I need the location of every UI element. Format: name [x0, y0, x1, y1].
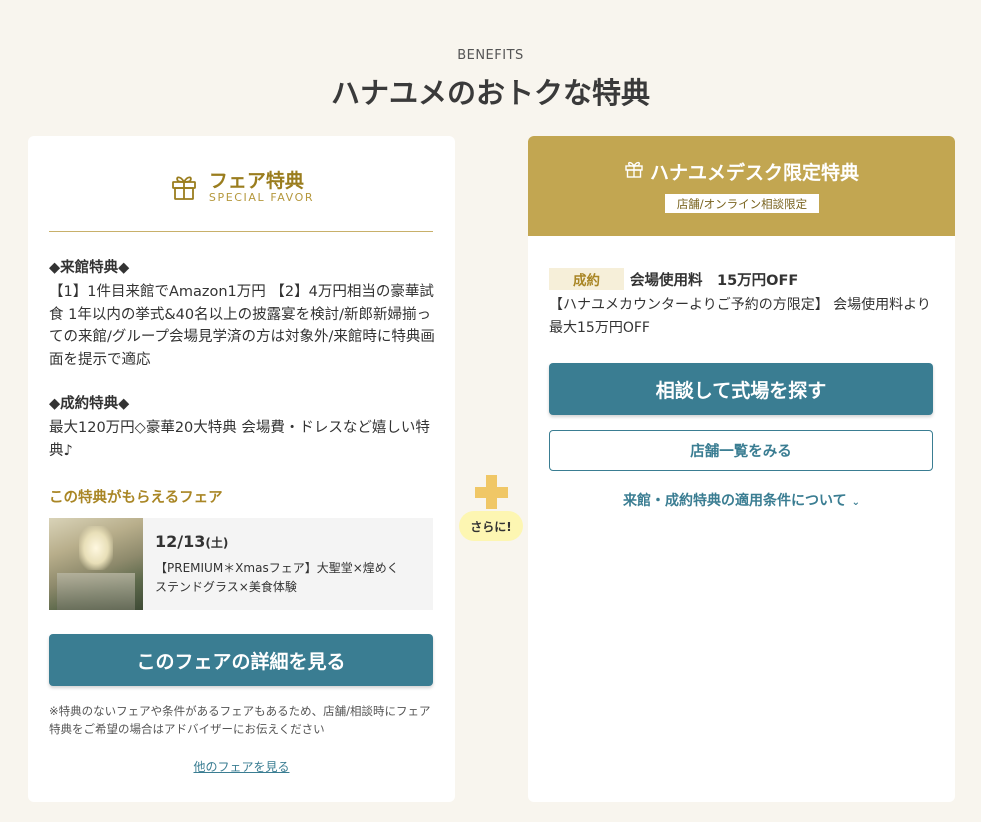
section-title: ハナユメのおトクな特典 — [330, 76, 650, 110]
visit-benefit-heading: ◆来館特典◆ — [49, 260, 130, 276]
desk-benefit-title-row: ハナユメデスク限定特典 — [528, 158, 955, 185]
desk-limited-tag: 店舗/オンライン相談限定 — [665, 194, 819, 213]
gift-icon — [169, 171, 199, 205]
fair-detail-button[interactable]: このフェアの詳細を見る — [49, 634, 433, 686]
conditions-link[interactable]: 来館・成約特典の適用条件について ⌄ — [528, 490, 955, 510]
divider — [49, 231, 433, 232]
fair-item[interactable]: 12/13(土) 【PREMIUM＊Xmasフェア】大聖堂×煌めくステンドグラス… — [49, 518, 433, 610]
other-fairs-link[interactable]: 他のフェアを見る — [28, 758, 455, 775]
contract-badge: 成約 — [549, 268, 624, 290]
fair-benefit-heading: フェア特典 SPECIAL FAVOR — [209, 171, 314, 205]
fair-name: 【PREMIUM＊Xmasフェア】大聖堂×煌めくステンドグラス×美食体験 — [155, 561, 399, 594]
fair-photo — [49, 518, 143, 610]
section-eyebrow: BENEFITS — [457, 48, 524, 63]
visit-benefit-text: 【1】1件目来館でAmazon1万円 【2】4万円相当の豪華試食 1年以内の挙式… — [49, 284, 435, 368]
fair-benefit-card: フェア特典 SPECIAL FAVOR ◆来館特典◆ 【1】1件目来館でAmaz… — [28, 136, 455, 802]
fair-benefit-note: ※特典のないフェアや条件があるフェアもあるため、店舗/相談時にフェア特典をご希望… — [49, 704, 431, 736]
chevron-down-icon: ⌄ — [851, 497, 860, 508]
fair-benefit-subtitle: SPECIAL FAVOR — [208, 191, 315, 204]
eligible-fair-label: この特典がもらえるフェア — [49, 490, 223, 506]
fair-date: 12/13(土) — [155, 532, 229, 551]
contract-benefit-row: 成約 会場使用料 15万円OFF — [549, 268, 798, 290]
consult-search-button[interactable]: 相談して式場を探す — [549, 363, 933, 415]
fair-benefit-title: フェア特典 — [208, 170, 304, 192]
plus-connector: さらに! — [458, 472, 524, 544]
furthermore-badge: さらに! — [459, 511, 523, 541]
venue-fee-discount: 会場使用料 15万円OFF — [630, 272, 799, 289]
store-list-button[interactable]: 店舗一覧をみる — [549, 430, 933, 471]
fair-benefit-header: フェア特典 SPECIAL FAVOR — [28, 170, 455, 206]
gift-icon — [624, 159, 644, 184]
desk-benefit-title: ハナユメデスク限定特典 — [649, 162, 859, 184]
conditions-link-label: 来館・成約特典の適用条件について — [623, 493, 847, 509]
desk-benefit-description: 【ハナユメカウンターよりご予約の方限定】 会場使用料より最大15万円OFF — [549, 297, 931, 336]
desk-benefit-header: ハナユメデスク限定特典 店舗/オンライン相談限定 — [528, 136, 955, 236]
contract-benefit-heading: ◆成約特典◆ — [49, 396, 130, 412]
desk-benefit-card: ハナユメデスク限定特典 店舗/オンライン相談限定 成約 会場使用料 15万円OF… — [528, 136, 955, 802]
contract-benefit-text: 最大120万円◇豪華20大特典 会場費・ドレスなど嬉しい特典♪ — [49, 420, 430, 459]
